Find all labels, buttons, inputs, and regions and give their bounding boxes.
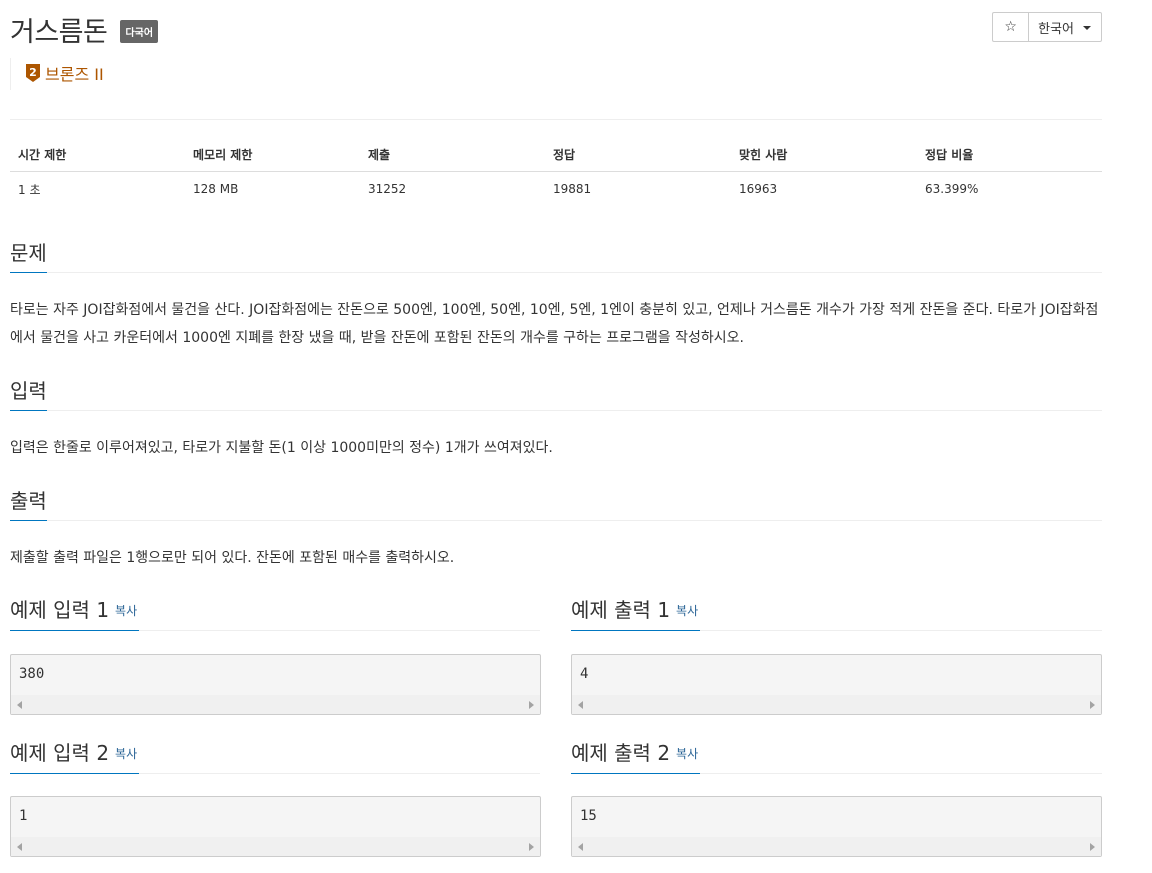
- header-time-limit: 시간 제한: [10, 137, 185, 172]
- divider: [10, 119, 1102, 120]
- header-submissions: 제출: [360, 137, 545, 172]
- sample-input-2-header: 예제 입력 2 복사: [10, 737, 540, 774]
- multilang-badge: 다국어: [120, 20, 159, 43]
- sample-output-2-value: 15: [580, 808, 597, 824]
- sample-output-2-header: 예제 출력 2 복사: [571, 737, 1102, 774]
- scroll-right-icon[interactable]: [1090, 843, 1095, 851]
- star-icon: ☆: [1004, 19, 1017, 35]
- problem-info-table: 시간 제한 메모리 제한 제출 정답 맞힌 사람 정답 비율 1 초 128 M…: [10, 137, 1102, 206]
- memory-limit-value: 128 MB: [193, 182, 239, 196]
- header-accepted: 정답: [545, 137, 731, 172]
- solvers-value: 16963: [739, 182, 778, 196]
- sample-input-1-value: 380: [19, 666, 45, 682]
- sample-output-2-box[interactable]: 15: [571, 796, 1102, 857]
- sample-output-2-title: 예제 출력 2: [571, 741, 671, 765]
- sample-output-1-header: 예제 출력 1 복사: [571, 594, 1102, 631]
- language-label: 한국어: [1038, 21, 1074, 37]
- page-title: 거스름돈: [10, 17, 108, 48]
- scroll-left-icon[interactable]: [578, 701, 583, 709]
- horizontal-scrollbar[interactable]: [572, 837, 1101, 856]
- output-description: 제출할 출력 파일은 1행으로만 되어 있다. 잔돈에 포함된 매수를 출력하시…: [10, 550, 455, 566]
- horizontal-scrollbar[interactable]: [11, 695, 540, 714]
- accept-ratio-value: 63.399%: [925, 182, 979, 196]
- scroll-left-icon[interactable]: [17, 843, 22, 851]
- title-row: 거스름돈 다국어: [10, 10, 159, 48]
- tier-number: 2: [29, 66, 37, 79]
- sample-output-1-value: 4: [580, 666, 589, 682]
- sample-input-2-title: 예제 입력 2: [10, 741, 110, 765]
- sample-output-1-box[interactable]: 4: [571, 654, 1102, 715]
- sample-input-1-header: 예제 입력 1 복사: [10, 594, 540, 631]
- copy-sample-input-1-button[interactable]: 복사: [115, 604, 137, 618]
- caret-down-icon: [1083, 26, 1091, 30]
- submissions-value: 31252: [368, 182, 407, 196]
- scroll-right-icon[interactable]: [529, 701, 534, 709]
- output-section-header: 출력: [10, 484, 1102, 521]
- problem-section-title: 문제: [10, 241, 47, 273]
- problem-description: 타로는 자주 JOI잡화점에서 물건을 산다. JOI잡화점에는 잔돈으로 50…: [10, 302, 1099, 346]
- time-limit-value: 1 초: [18, 182, 41, 197]
- star-button[interactable]: ☆: [992, 12, 1029, 42]
- tier-row: 2 브론즈 II: [10, 58, 104, 90]
- sample-input-2-value: 1: [19, 808, 28, 824]
- copy-sample-input-2-button[interactable]: 복사: [115, 747, 137, 761]
- table-row: 1 초 128 MB 31252 19881 16963 63.399%: [10, 172, 1102, 207]
- copy-sample-output-2-button[interactable]: 복사: [676, 747, 698, 761]
- sample-input-1-box[interactable]: 380: [10, 654, 541, 715]
- language-dropdown[interactable]: 한국어: [1028, 12, 1102, 42]
- horizontal-scrollbar[interactable]: [11, 837, 540, 856]
- table-header-row: 시간 제한 메모리 제한 제출 정답 맞힌 사람 정답 비율: [10, 137, 1102, 172]
- header-solvers: 맞힌 사람: [731, 137, 917, 172]
- copy-sample-output-1-button[interactable]: 복사: [676, 604, 698, 618]
- sample-input-2-box[interactable]: 1: [10, 796, 541, 857]
- tier-link[interactable]: 브론즈 II: [45, 61, 104, 85]
- scroll-right-icon[interactable]: [1090, 701, 1095, 709]
- sample-input-1-title: 예제 입력 1: [10, 598, 110, 622]
- scroll-left-icon[interactable]: [17, 701, 22, 709]
- horizontal-scrollbar[interactable]: [572, 695, 1101, 714]
- header-actions: ☆ 한국어: [992, 12, 1102, 42]
- bronze-tier-icon: 2: [26, 64, 40, 82]
- scroll-left-icon[interactable]: [578, 843, 583, 851]
- problem-section-header: 문제: [10, 236, 1102, 273]
- input-section-title: 입력: [10, 379, 47, 411]
- input-section-header: 입력: [10, 374, 1102, 411]
- scroll-right-icon[interactable]: [529, 843, 534, 851]
- input-description: 입력은 한줄로 이루어져있고, 타로가 지불할 돈(1 이상 1000미만의 정…: [10, 440, 553, 456]
- accepted-value: 19881: [553, 182, 592, 196]
- output-section-title: 출력: [10, 489, 47, 521]
- sample-output-1-title: 예제 출력 1: [571, 598, 671, 622]
- header-accept-ratio: 정답 비율: [917, 137, 1102, 172]
- header-memory-limit: 메모리 제한: [185, 137, 360, 172]
